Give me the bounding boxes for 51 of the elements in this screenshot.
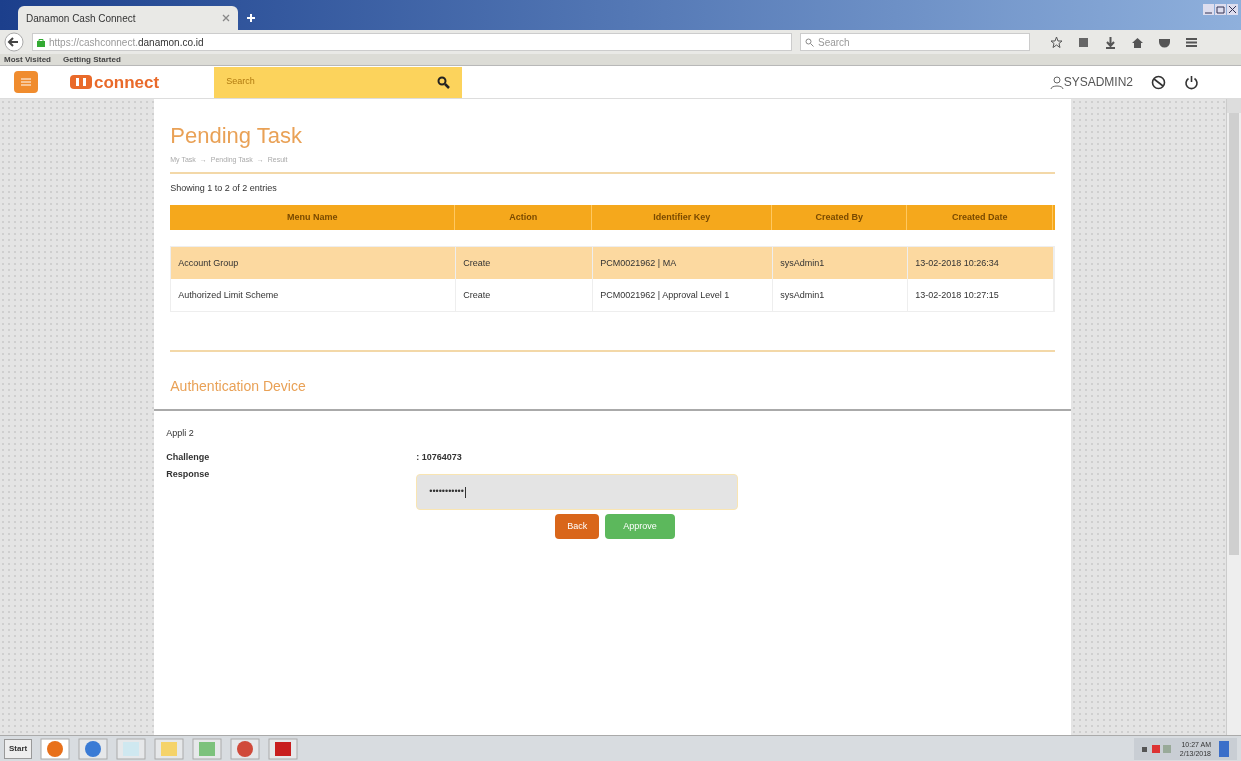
text-cursor (464, 486, 466, 498)
back-button[interactable]: Back (555, 514, 600, 539)
challenge-value: : 10764073 (416, 450, 462, 464)
column-header: Created By (772, 205, 908, 230)
bookmark-item[interactable]: Most Visited (4, 53, 51, 66)
download-icon[interactable] (1104, 35, 1117, 49)
search-icon (805, 37, 814, 47)
power-icon[interactable] (1184, 74, 1199, 90)
section-title: Authentication Device (170, 377, 307, 396)
logo-icon (70, 75, 92, 89)
logo-text: connect (94, 73, 160, 91)
window-controls-icon[interactable] (1203, 4, 1239, 16)
column-header: Action (455, 205, 593, 230)
menu-icon[interactable] (1185, 35, 1198, 49)
device-name: Appli 2 (166, 427, 195, 440)
column-header: Menu Name (170, 205, 456, 230)
back-icon[interactable] (4, 32, 24, 52)
browser-tab[interactable]: Danamon Cash Connect (18, 6, 238, 30)
table-cell: Authorized Limit Scheme (171, 279, 457, 311)
user-menu[interactable]: SYSADMIN2 (1049, 73, 1133, 91)
search-icon (437, 75, 451, 89)
taskbar-app-icon[interactable] (78, 737, 109, 760)
taskbar-app-icon[interactable] (268, 737, 299, 760)
user-icon (1049, 75, 1064, 89)
column-header: Identifier Key (592, 205, 773, 230)
response-field[interactable]: ••••••••••• (416, 474, 739, 510)
show-desktop-button[interactable] (1219, 740, 1229, 757)
tray-icon[interactable] (1141, 743, 1172, 754)
table-cell: 13-02-2018 10:27:15 (908, 279, 1055, 311)
field-label: Challenge (166, 450, 211, 464)
bookmark-item[interactable]: Getting Started (63, 53, 121, 66)
taskbar-app-icon[interactable] (230, 737, 261, 760)
table-row[interactable]: Account Group Create PCM0021962 | MA sysAdmin1 13-02-2018 10:26:34 (171, 247, 1055, 279)
page-title: Pending Task (170, 125, 303, 147)
bookmark-star-icon[interactable] (1050, 35, 1063, 49)
table-cell: Create (456, 279, 594, 311)
taskbar-app-icon[interactable] (40, 737, 71, 760)
menu-icon (21, 78, 31, 86)
start-button[interactable]: Start (4, 738, 33, 759)
field-label: Response (166, 468, 211, 481)
response-value: ••••••••••• (429, 485, 464, 499)
url-text: https://cashconnect.danamon.co.id (49, 35, 204, 50)
entries-info: Showing 1 to 2 of 2 entries (170, 181, 278, 195)
lock-icon (37, 37, 45, 47)
table-cell: sysAdmin1 (773, 279, 909, 311)
close-icon[interactable] (222, 14, 230, 22)
address-field[interactable]: https://cashconnect.danamon.co.id (32, 33, 792, 51)
home-icon[interactable] (1131, 35, 1144, 49)
new-tab-icon[interactable] (246, 13, 256, 23)
column-header: Created Date (907, 205, 1054, 230)
table-cell: PCM0021962 | Approval Level 1 (593, 279, 774, 311)
